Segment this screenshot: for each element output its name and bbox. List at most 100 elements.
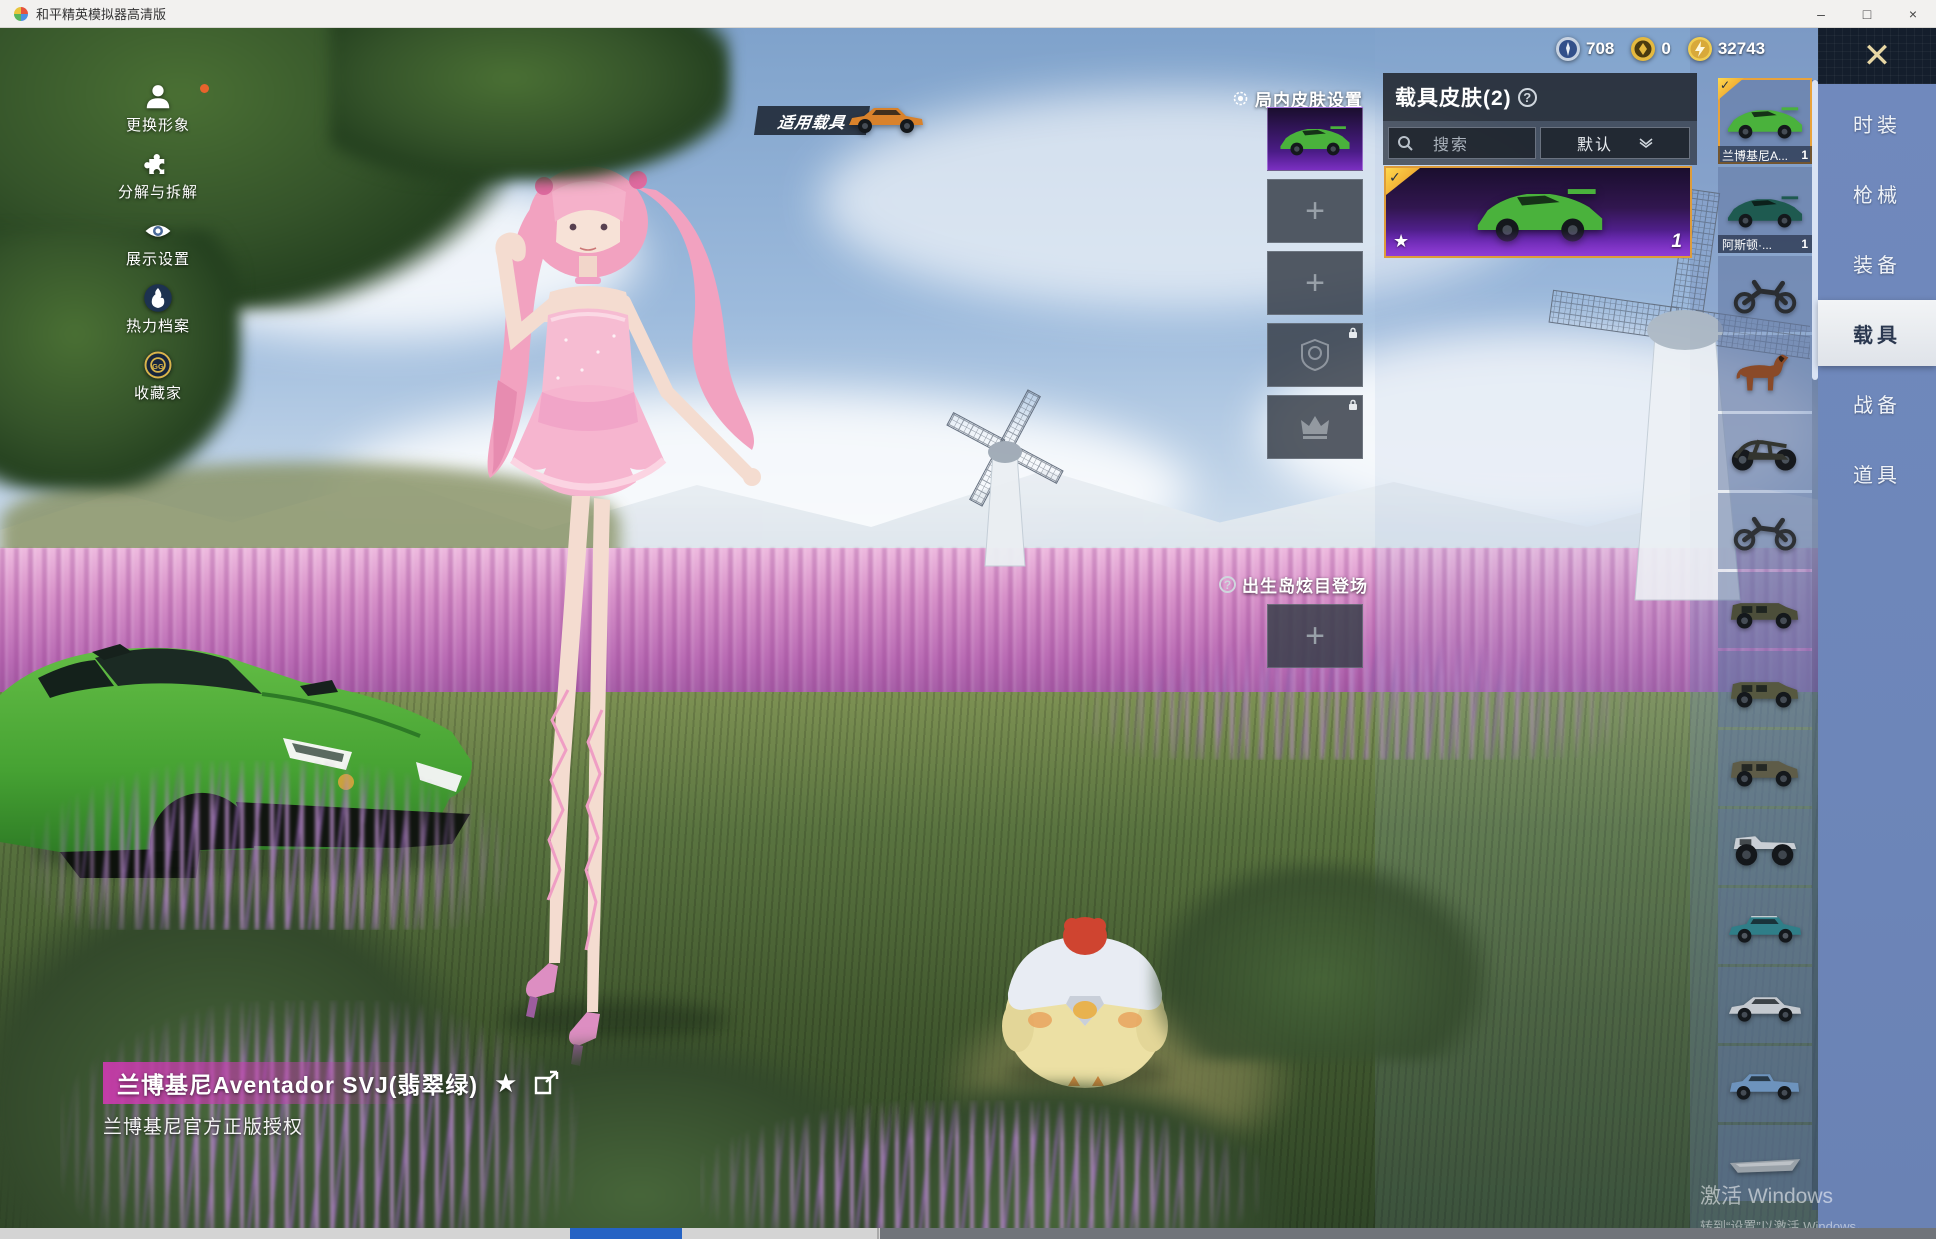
vehicle-list-item-jeep[interactable] bbox=[1718, 730, 1812, 806]
vehicle-list-item-classic-car[interactable] bbox=[1718, 888, 1812, 964]
selected-item-nameplate: 兰博基尼Aventador SVJ(翡翠绿) ★ bbox=[103, 1062, 561, 1104]
tab-weapons[interactable]: 枪械 bbox=[1818, 160, 1936, 226]
vehicle-list-item-jeep-closed[interactable] bbox=[1718, 572, 1812, 648]
vehicle-list-item-jeep-open[interactable] bbox=[1718, 651, 1812, 727]
help-icon[interactable]: ? bbox=[1219, 576, 1236, 593]
skin-slot-locked-crown[interactable] bbox=[1267, 395, 1363, 459]
window-controls: – □ × bbox=[1798, 0, 1936, 27]
skin-slot-locked-badge[interactable] bbox=[1267, 323, 1363, 387]
search-placeholder: 搜索 bbox=[1433, 131, 1469, 155]
menu-label: 更换形象 bbox=[126, 114, 190, 135]
taskbar-active-segment bbox=[570, 1228, 682, 1239]
vehicle-thumb-label: 兰博基尼A... bbox=[1722, 147, 1788, 164]
spawn-island-header: ? 出生岛炫目登场 bbox=[1213, 572, 1368, 597]
maximize-button[interactable]: □ bbox=[1844, 0, 1890, 27]
vehicle-list-item-lamborghini[interactable]: ✓ 兰博基尼A...1 bbox=[1718, 78, 1812, 164]
windmill-small bbox=[930, 380, 1080, 570]
vehicle-thumb-icon bbox=[1726, 746, 1804, 790]
skin-slot-empty-1[interactable]: + bbox=[1267, 179, 1363, 243]
skin-count: 1 bbox=[1671, 231, 1682, 253]
badge-emblem-icon bbox=[1298, 338, 1332, 372]
search-input[interactable]: 搜索 bbox=[1388, 127, 1536, 159]
equipped-check-badge: ✓ bbox=[1386, 168, 1420, 195]
vehicle-thumb-icon bbox=[1726, 1062, 1804, 1106]
plus-icon: + bbox=[1305, 619, 1325, 653]
tree-canopy bbox=[330, 10, 730, 180]
left-menu: 更换形象 分解与拆解 展示设置 热力档案 GG 收藏家 bbox=[88, 82, 228, 403]
close-window-button[interactable]: × bbox=[1890, 0, 1936, 27]
eye-icon bbox=[143, 216, 173, 246]
gold-coin-icon bbox=[1630, 36, 1656, 62]
favorite-star-icon[interactable]: ★ bbox=[1393, 231, 1409, 252]
menu-label: 收藏家 bbox=[134, 382, 182, 403]
app-icon bbox=[14, 7, 28, 21]
silver-coin-icon bbox=[1555, 36, 1581, 62]
vehicle-list-item-horse[interactable] bbox=[1718, 335, 1812, 411]
vehicle-thumb-icon bbox=[1726, 99, 1804, 143]
person-icon bbox=[143, 82, 173, 112]
vehicle-thumb-icon bbox=[1726, 825, 1804, 869]
menu-display-settings[interactable]: 展示设置 bbox=[88, 216, 228, 269]
search-icon bbox=[1397, 135, 1413, 151]
currency-value: 32743 bbox=[1718, 39, 1765, 59]
vehicle-list-item-coupe[interactable] bbox=[1718, 967, 1812, 1043]
window-title: 和平精英模拟器高清版 bbox=[36, 4, 166, 23]
currency-silver[interactable]: 708 bbox=[1555, 36, 1614, 62]
menu-collector[interactable]: GG 收藏家 bbox=[88, 350, 228, 403]
plus-icon: + bbox=[1305, 266, 1325, 300]
vehicle-thumb-icon bbox=[1726, 904, 1804, 948]
window-titlebar[interactable]: 和平精英模拟器高清版 – □ × bbox=[0, 0, 1936, 28]
vehicle-thumb-icon bbox=[1726, 430, 1804, 474]
chevron-down-icon bbox=[1639, 138, 1653, 148]
vehicle-list-item-buggy[interactable] bbox=[1718, 414, 1812, 490]
tab-vehicles[interactable]: 载具 bbox=[1818, 300, 1936, 366]
license-text: 兰博基尼官方正版授权 bbox=[103, 1112, 303, 1139]
currency-energy[interactable]: 32743 bbox=[1687, 36, 1765, 62]
vehicle-thumb-icon bbox=[1726, 351, 1804, 395]
bush bbox=[1150, 860, 1490, 1060]
vehicle-list-item-trike[interactable] bbox=[1718, 493, 1812, 569]
plus-icon: + bbox=[1305, 194, 1325, 228]
sort-dropdown[interactable]: 默认 bbox=[1540, 127, 1690, 159]
svg-text:GG: GG bbox=[152, 362, 164, 371]
skin-slot-empty-2[interactable]: + bbox=[1267, 251, 1363, 315]
skin-panel-header: 载具皮肤(2) ? bbox=[1383, 73, 1697, 121]
sort-value: 默认 bbox=[1577, 131, 1613, 155]
applicable-vehicle-icon bbox=[846, 92, 926, 140]
gear-icon bbox=[1232, 90, 1249, 107]
tab-items[interactable]: 道具 bbox=[1818, 440, 1936, 506]
minimize-button[interactable]: – bbox=[1798, 0, 1844, 27]
taskbar-sliver bbox=[0, 1228, 1936, 1239]
currency-gold[interactable]: 0 bbox=[1630, 36, 1670, 62]
favorite-star-icon[interactable]: ★ bbox=[494, 1068, 517, 1099]
spawn-island-slot[interactable]: + bbox=[1267, 604, 1363, 668]
vehicle-list-item-monster-truck[interactable] bbox=[1718, 809, 1812, 885]
collector-badge-icon: GG bbox=[143, 350, 173, 380]
skin-slot-equipped[interactable] bbox=[1267, 107, 1363, 171]
tab-fashion[interactable]: 时装 bbox=[1818, 90, 1936, 156]
menu-heat-profile[interactable]: 热力档案 bbox=[88, 283, 228, 336]
tab-equipment[interactable]: 装备 bbox=[1818, 230, 1936, 296]
spawn-island-title: 出生岛炫目登场 bbox=[1242, 572, 1368, 597]
menu-label: 热力档案 bbox=[126, 315, 190, 336]
close-button[interactable]: ✕ bbox=[1818, 28, 1936, 84]
share-icon[interactable] bbox=[533, 1070, 561, 1096]
skin-card-vehicle-image bbox=[1440, 176, 1640, 248]
currency-bar: 708 0 32743 bbox=[1555, 36, 1765, 62]
vehicle-list-item-motorcycle[interactable] bbox=[1718, 256, 1812, 332]
vehicle-thumb-icon bbox=[1726, 983, 1804, 1027]
equipped-check-badge: ✓ bbox=[1718, 78, 1744, 100]
menu-label: 展示设置 bbox=[126, 248, 190, 269]
menu-dismantle[interactable]: 分解与拆解 bbox=[88, 149, 228, 202]
skin-panel-toolbar: 搜索 默认 bbox=[1383, 121, 1697, 165]
lock-icon bbox=[1347, 327, 1359, 339]
help-icon[interactable]: ? bbox=[1518, 88, 1537, 107]
currency-value: 0 bbox=[1661, 39, 1670, 59]
tab-supplies[interactable]: 战备 bbox=[1818, 370, 1936, 436]
skin-card-lamborghini[interactable]: ✓ ★ 1 bbox=[1384, 166, 1692, 258]
vehicle-list-item-boat[interactable] bbox=[1718, 1125, 1812, 1201]
vehicle-list-item-pickup[interactable] bbox=[1718, 1046, 1812, 1122]
vehicle-list: ✓ 兰博基尼A...1 阿斯顿·...1 bbox=[1718, 78, 1812, 1201]
vehicle-list-item-aston[interactable]: 阿斯顿·...1 bbox=[1718, 167, 1812, 253]
menu-label: 分解与拆解 bbox=[118, 181, 198, 202]
